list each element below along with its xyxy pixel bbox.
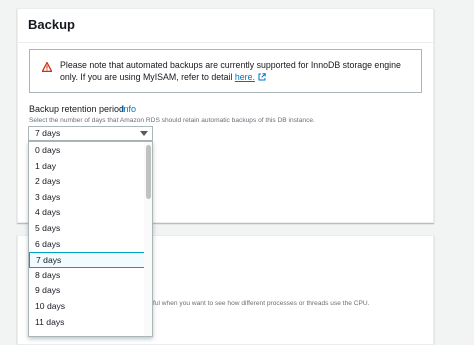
retention-period-select[interactable]: 7 days xyxy=(28,126,153,141)
retention-option[interactable]: 6 days xyxy=(29,237,146,253)
retention-option[interactable]: 9 days xyxy=(29,283,146,299)
external-link-icon[interactable] xyxy=(258,73,266,81)
backup-warning-alert: Please note that automated backups are c… xyxy=(29,49,422,93)
detail-link[interactable]: here. xyxy=(235,72,255,82)
monitoring-description: ful when you want to see how different p… xyxy=(153,300,370,307)
backup-panel-title: Backup xyxy=(18,9,433,43)
retention-option[interactable]: 8 days xyxy=(29,268,146,284)
retention-option[interactable]: 5 days xyxy=(29,221,146,237)
retention-period-dropdown[interactable]: 0 days 1 day 2 days 3 days 4 days 5 days… xyxy=(28,141,153,337)
warning-icon xyxy=(42,62,52,72)
alert-message: Please note that automated backups are c… xyxy=(60,59,420,83)
retention-option[interactable]: 0 days xyxy=(29,143,146,159)
retention-description: Select the number of days that Amazon RD… xyxy=(29,117,315,124)
retention-option[interactable]: 1 day xyxy=(29,159,146,175)
retention-info-link[interactable]: Info xyxy=(121,104,136,114)
retention-option[interactable]: 2 days xyxy=(29,174,146,190)
retention-option[interactable]: 3 days xyxy=(29,190,146,206)
retention-option[interactable]: 10 days xyxy=(29,299,146,315)
retention-selected-value: 7 days xyxy=(35,128,61,138)
retention-option-selected[interactable]: 7 days xyxy=(29,252,146,268)
retention-label: Backup retention period xyxy=(29,104,125,114)
alert-text: Please note that automated backups are c… xyxy=(60,60,401,82)
retention-option[interactable]: 4 days xyxy=(29,205,146,221)
dropdown-scrollbar[interactable] xyxy=(144,142,152,336)
retention-option[interactable]: 11 days xyxy=(29,315,146,331)
caret-down-icon[interactable] xyxy=(140,131,148,136)
dropdown-scrollbar-thumb[interactable] xyxy=(146,145,151,199)
